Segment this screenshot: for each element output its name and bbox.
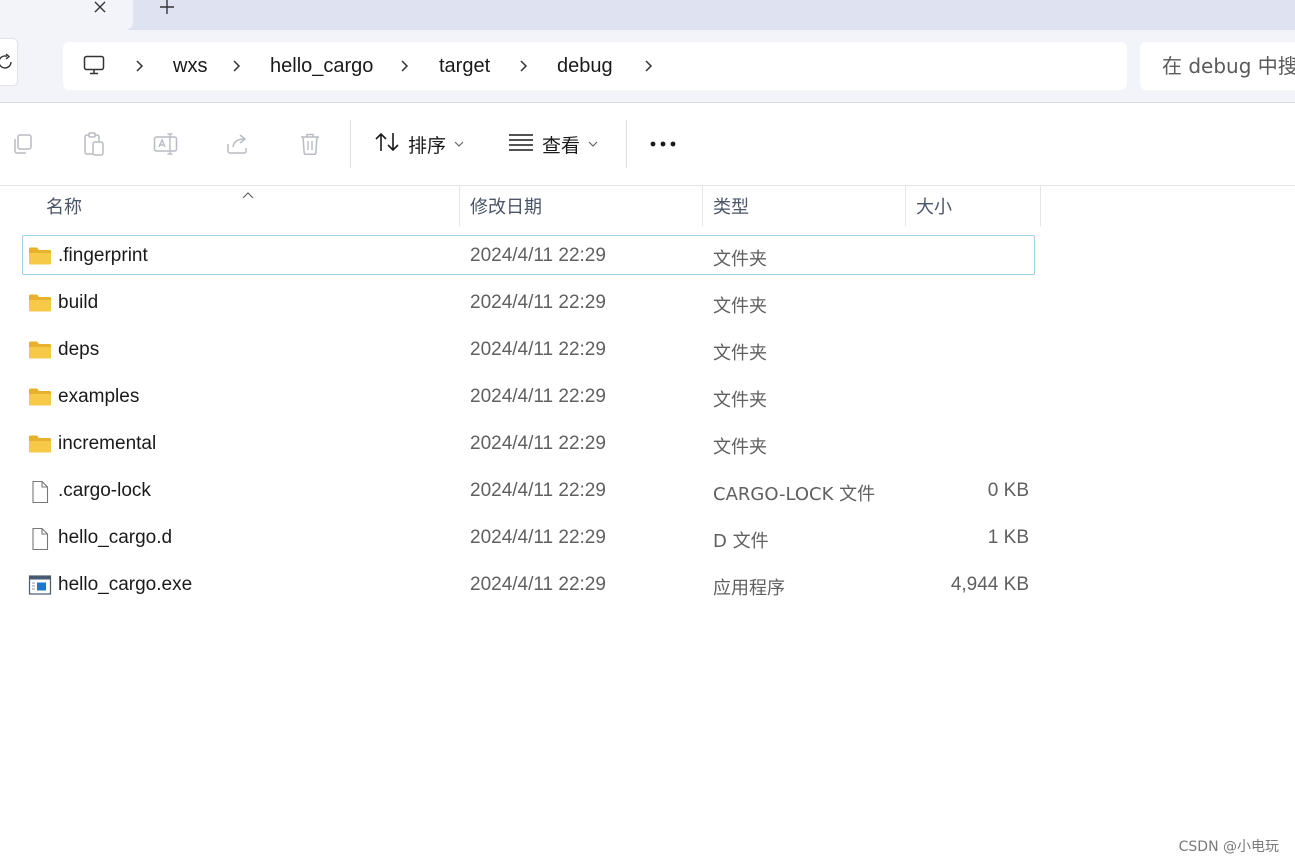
tab-strip	[0, 0, 1295, 30]
file-modified: 2024/4/11 22:29	[470, 480, 606, 501]
chevron-right-icon[interactable]	[398, 58, 412, 74]
file-type: 文件夹	[713, 343, 767, 364]
breadcrumb-item-hello-cargo[interactable]: hello_cargo	[270, 55, 373, 77]
file-name: .cargo-lock	[58, 480, 151, 501]
file-modified: 2024/4/11 22:29	[470, 574, 606, 595]
column-header-modified-label: 修改日期	[470, 197, 542, 218]
file-size: 4,944 KB	[950, 574, 1029, 595]
sort-ascending-icon	[242, 186, 254, 199]
file-modified: 2024/4/11 22:29	[470, 386, 606, 407]
column-header-type[interactable]: 类型	[703, 186, 906, 226]
toolbar-divider	[626, 120, 627, 168]
column-header-type-label: 类型	[713, 197, 749, 218]
file-row[interactable]: deps 2024/4/11 22:29 文件夹	[22, 329, 1035, 369]
file-name: build	[58, 292, 99, 313]
file-name: .fingerprint	[58, 245, 148, 266]
folder-icon	[28, 292, 52, 314]
plus-icon[interactable]	[150, 0, 184, 22]
copy-icon[interactable]	[9, 131, 35, 157]
column-header-modified[interactable]: 修改日期	[460, 186, 703, 226]
rename-icon[interactable]	[153, 131, 179, 157]
toolbar-divider	[350, 120, 351, 168]
refresh-icon[interactable]	[0, 38, 18, 86]
chevron-right-icon[interactable]	[230, 58, 244, 74]
pc-icon[interactable]	[82, 53, 106, 77]
file-modified: 2024/4/11 22:29	[470, 433, 606, 454]
column-header-size-label: 大小	[916, 197, 952, 218]
file-icon	[28, 480, 52, 504]
file-row[interactable]: hello_cargo.exe 2024/4/11 22:29 应用程序 4,9…	[22, 564, 1035, 604]
folder-icon	[28, 433, 52, 455]
breadcrumb-item-target[interactable]: target	[439, 55, 490, 77]
paste-icon[interactable]	[81, 131, 107, 157]
file-type: 文件夹	[713, 390, 767, 411]
view-icon	[508, 133, 534, 156]
share-icon[interactable]	[225, 131, 251, 157]
file-modified: 2024/4/11 22:29	[470, 292, 606, 313]
sort-icon	[374, 131, 400, 158]
file-type: 文件夹	[713, 296, 767, 317]
file-type: CARGO-LOCK 文件	[713, 484, 876, 505]
chevron-right-icon[interactable]	[133, 58, 147, 74]
chevron-down-icon	[588, 135, 598, 153]
search-box[interactable]	[1140, 42, 1295, 90]
file-icon	[28, 527, 52, 551]
chevron-down-icon	[454, 135, 464, 153]
file-row[interactable]: examples 2024/4/11 22:29 文件夹	[22, 376, 1035, 416]
folder-icon	[28, 339, 52, 361]
breadcrumb-item-wxs[interactable]: wxs	[173, 55, 207, 77]
file-name: examples	[58, 386, 140, 407]
file-type: 文件夹	[713, 249, 767, 270]
file-row[interactable]: incremental 2024/4/11 22:29 文件夹	[22, 423, 1035, 463]
file-type: D 文件	[713, 531, 769, 552]
command-bar: 排序 查看	[0, 103, 1295, 186]
file-row[interactable]: .fingerprint 2024/4/11 22:29 文件夹	[22, 235, 1035, 275]
file-name: hello_cargo.exe	[58, 574, 193, 595]
file-modified: 2024/4/11 22:29	[470, 245, 606, 266]
column-header-name-label: 名称	[46, 197, 82, 218]
file-row[interactable]: hello_cargo.d 2024/4/11 22:29 D 文件 1 KB	[22, 517, 1035, 557]
breadcrumb-item-debug[interactable]: debug	[557, 55, 613, 77]
sort-label: 排序	[408, 134, 447, 157]
file-type: 应用程序	[713, 578, 785, 599]
address-row: wxs hello_cargo target debug	[0, 30, 1295, 103]
search-input[interactable]	[1162, 54, 1295, 78]
file-row[interactable]: .cargo-lock 2024/4/11 22:29 CARGO-LOCK 文…	[22, 470, 1035, 510]
folder-icon	[28, 245, 52, 267]
view-label: 查看	[542, 134, 581, 157]
active-tab[interactable]	[0, 0, 133, 30]
file-name: hello_cargo.d	[58, 527, 173, 548]
file-row[interactable]: build 2024/4/11 22:29 文件夹	[22, 282, 1035, 322]
chevron-right-icon[interactable]	[642, 58, 656, 74]
column-header-size[interactable]: 大小	[906, 186, 1041, 226]
folder-icon	[28, 386, 52, 408]
delete-icon[interactable]	[297, 131, 323, 157]
file-modified: 2024/4/11 22:29	[470, 339, 606, 360]
file-name: deps	[58, 339, 100, 360]
file-type: 文件夹	[713, 437, 767, 458]
file-modified: 2024/4/11 22:29	[470, 527, 606, 548]
watermark: CSDN @小电玩	[1178, 839, 1279, 855]
view-button[interactable]: 查看	[508, 127, 598, 161]
sort-button[interactable]: 排序	[374, 127, 464, 161]
address-bar[interactable]: wxs hello_cargo target debug	[63, 42, 1127, 90]
exe-icon	[28, 574, 52, 596]
more-icon[interactable]	[650, 131, 676, 157]
close-icon[interactable]	[86, 0, 114, 20]
chevron-right-icon[interactable]	[517, 58, 531, 74]
file-name: incremental	[58, 433, 157, 454]
file-size: 0 KB	[987, 480, 1029, 501]
file-size: 1 KB	[987, 527, 1029, 548]
